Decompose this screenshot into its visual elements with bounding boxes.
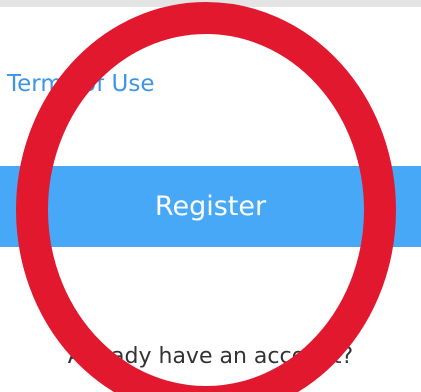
- register-screen: Terms of Use Register Already have an ac…: [0, 0, 421, 392]
- top-divider: [0, 0, 421, 7]
- already-have-account-link[interactable]: Already have an account?: [0, 342, 421, 372]
- register-button[interactable]: Register: [0, 166, 421, 247]
- terms-of-use-link[interactable]: Terms of Use: [7, 69, 155, 99]
